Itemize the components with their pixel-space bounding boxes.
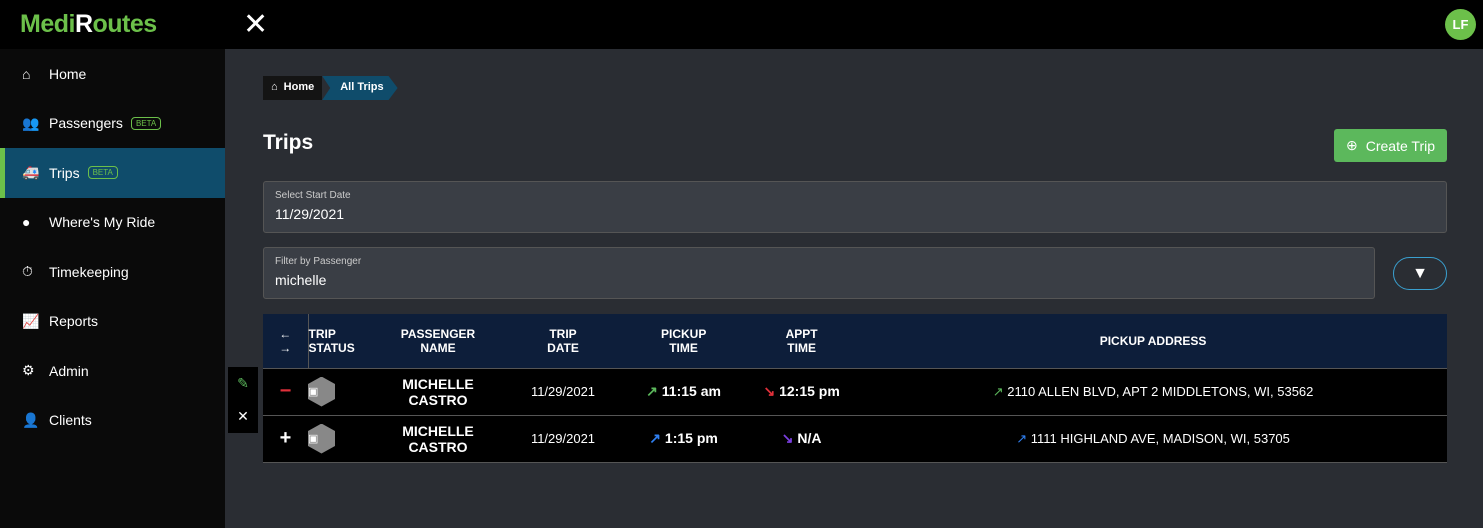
avatar[interactable]: LF	[1445, 9, 1476, 40]
home-icon: ⌂	[271, 81, 278, 93]
page-title: Trips	[263, 131, 314, 154]
label: Home	[283, 81, 315, 93]
expand-toggle[interactable]: −	[263, 368, 308, 416]
beta-badge: BETA	[87, 166, 118, 180]
sidebar-item-timekeeping[interactable]: ⏱ Timekeeping	[0, 247, 225, 297]
label: Home	[49, 65, 87, 82]
table-row[interactable]: + ▣ MICHELLE CASTRO 11/29/2021 ↗ 1:15 pm…	[263, 415, 1447, 463]
label: Clients	[49, 412, 92, 429]
label: Trips	[49, 164, 80, 181]
map-marker-icon: ●	[22, 214, 31, 231]
trips-table: ← → TRIP STATUS PASSENGER NAME TRIP DATE …	[263, 314, 1447, 463]
main-content: ⌂ Home All Trips Trips ⊕ Create Trip Selec…	[225, 49, 1483, 528]
start-date-field[interactable]: Select Start Date 11/29/2021	[263, 181, 1447, 233]
sidebar-item-home[interactable]: ⌂ Home	[0, 49, 225, 99]
label: Filter by Passenger	[275, 256, 362, 267]
breadcrumb-home[interactable]: ⌂ Home	[263, 76, 323, 100]
sidebar-item-admin[interactable]: ⚙ Admin	[0, 346, 225, 396]
breadcrumb: ⌂ Home All Trips	[263, 76, 398, 100]
filter-button[interactable]: ▼	[1393, 257, 1447, 290]
value: 11/29/2021	[275, 206, 345, 222]
breadcrumb-current: All Trips	[322, 76, 398, 100]
label: Where's My Ride	[49, 214, 156, 231]
pickup-arrow-icon: ↗	[646, 383, 658, 399]
sidebar-item-reports[interactable]: 📈 Reports	[0, 297, 225, 347]
passenger-name: MICHELLE CASTRO	[373, 415, 503, 463]
sidebar-item-trips[interactable]: 🚑 Trips BETA	[0, 148, 225, 198]
sidebar-item-wheres-my-ride[interactable]: ● Where's My Ride	[0, 198, 225, 248]
header-pickup-time[interactable]: PICKUP TIME	[623, 314, 745, 369]
user-icon: 👤	[22, 411, 40, 428]
appt-time: N/A	[797, 430, 822, 446]
beta-badge: BETA	[130, 116, 162, 130]
label: Select Start Date	[275, 190, 351, 201]
users-icon: 👥	[22, 114, 40, 131]
value: michelle	[275, 272, 327, 288]
table-row[interactable]: − ▣ MICHELLE CASTRO 11/29/2021 ↗ 11:15 a…	[263, 368, 1447, 416]
sidebar-item-passengers[interactable]: 👥 Passengers BETA	[0, 99, 225, 149]
appt-arrow-icon: ↘	[781, 430, 794, 446]
passenger-name: MICHELLE CASTRO	[373, 368, 503, 416]
header-trip-date[interactable]: TRIP DATE	[503, 314, 623, 369]
top-bar: MediRoutes ✕ LF	[0, 0, 1483, 49]
trip-date: 11/29/2021	[503, 415, 623, 463]
expand-toggle[interactable]: +	[263, 415, 308, 463]
chart-icon: 📈	[22, 312, 40, 329]
label: Timekeeping	[49, 263, 129, 280]
pickup-address: 1111 HIGHLAND AVE, MADISON, WI, 53705	[1030, 430, 1290, 446]
row-actions: ✎ ✕	[228, 367, 258, 433]
pickup-time: 11:15 am	[661, 383, 721, 399]
close-menu-icon[interactable]: ✕	[243, 7, 268, 42]
header-pickup-address[interactable]: PICKUP ADDRESS	[859, 314, 1447, 369]
address-arrow-icon: ↗	[1016, 430, 1028, 446]
address-arrow-icon: ↗	[992, 383, 1004, 399]
appt-time: 12:15 pm	[779, 383, 840, 399]
pickup-address: 2110 ALLEN BLVD, APT 2 MIDDLETONS, WI, 5…	[1007, 383, 1314, 399]
header-passenger-name[interactable]: PASSENGER NAME	[373, 314, 503, 369]
ambulance-icon: 🚑	[22, 164, 40, 181]
header-trip-status[interactable]: TRIP STATUS	[308, 314, 373, 369]
passenger-filter-input[interactable]: Filter by Passenger michelle	[263, 247, 1375, 299]
filter-icon: ▼	[1412, 264, 1428, 282]
logo: MediRoutes	[20, 10, 157, 38]
trip-status-icon: ▣	[308, 423, 335, 454]
plus-circle-icon: ⊕	[1346, 137, 1358, 153]
label: Passengers	[49, 115, 123, 132]
delete-icon[interactable]: ✕	[228, 400, 258, 433]
edit-icon[interactable]: ✎	[228, 367, 258, 400]
home-icon: ⌂	[22, 65, 31, 82]
trip-status-icon: ▣	[308, 376, 335, 407]
create-trip-button[interactable]: ⊕ Create Trip	[1334, 129, 1447, 162]
scroll-arrows[interactable]: ← →	[263, 314, 309, 369]
label: Reports	[49, 313, 99, 330]
sidebar-item-clients[interactable]: 👤 Clients	[0, 396, 225, 446]
sidebar: ⌂ Home 👥 Passengers BETA 🚑 Trips BETA ● Where'…	[0, 49, 225, 528]
trip-date: 11/29/2021	[503, 368, 623, 416]
cogs-icon: ⚙	[22, 362, 35, 379]
header-appt-time[interactable]: APPT TIME	[744, 314, 860, 369]
pickup-time: 1:15 pm	[664, 430, 718, 446]
appt-arrow-icon: ↘	[763, 383, 776, 399]
pickup-arrow-icon: ↗	[649, 430, 662, 446]
stopwatch-icon: ⏱	[22, 263, 33, 280]
label: Admin	[49, 362, 89, 379]
label: Create Trip	[1365, 137, 1435, 154]
